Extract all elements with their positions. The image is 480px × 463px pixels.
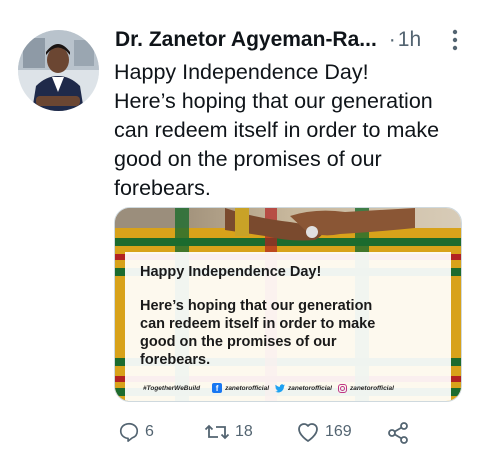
timestamp[interactable]: 1h bbox=[398, 28, 421, 52]
tweet[interactable]: Dr. Zanetor Agyeman-Ra... · 1h Happy Ind… bbox=[0, 0, 480, 463]
facebook-handle-text: zanetorofficial bbox=[225, 384, 270, 392]
author-name[interactable]: Dr. Zanetor Agyeman-Ra... bbox=[115, 28, 377, 52]
share-icon bbox=[388, 422, 408, 444]
card-text-line: forebears. bbox=[140, 352, 211, 368]
heart-icon bbox=[298, 423, 318, 442]
facebook-icon: f bbox=[212, 383, 223, 393]
share-button[interactable] bbox=[386, 421, 415, 445]
facebook-handle: f zanetorofficial bbox=[212, 383, 269, 393]
twitter-handle-text: zanetorofficial bbox=[288, 384, 332, 392]
tweet-media-image[interactable]: Happy Independence Day! Here’s hoping th… bbox=[114, 207, 462, 402]
instagram-icon bbox=[337, 383, 347, 393]
avatar-image bbox=[18, 30, 99, 111]
separator: · bbox=[388, 28, 396, 51]
card-text-line: can redeem itself in order to make bbox=[140, 316, 376, 332]
retweet-icon bbox=[204, 424, 230, 440]
reply-icon bbox=[119, 422, 139, 442]
tweet-text-line: Here’s hoping that our generation bbox=[114, 89, 433, 113]
card-text-line: Here’s hoping that our generation bbox=[140, 298, 373, 314]
announcement-card: Happy Independence Day! Here’s hoping th… bbox=[125, 252, 451, 401]
avatar[interactable] bbox=[18, 30, 99, 111]
twitter-handle: zanetorofficial bbox=[275, 383, 332, 393]
tweet-text-line: Happy Independence Day! bbox=[114, 60, 369, 84]
tweet-text: Happy Independence Day! Here’s hoping th… bbox=[114, 58, 464, 203]
hashtag: #TogetherWeBuild bbox=[143, 384, 201, 392]
more-vertical-icon[interactable] bbox=[452, 29, 458, 51]
tweet-actions: 6 18 169 bbox=[118, 421, 418, 447]
retweet-count: 18 bbox=[235, 423, 253, 440]
reply-count: 6 bbox=[145, 423, 154, 440]
reply-button[interactable]: 6 bbox=[118, 421, 154, 443]
card-title: Happy Independence Day! bbox=[140, 264, 322, 280]
like-count: 169 bbox=[325, 423, 352, 440]
tweet-text-line: good on the promises of our bbox=[114, 147, 382, 171]
tweet-text-line: forebears. bbox=[114, 176, 211, 200]
retweet-button[interactable]: 18 bbox=[204, 421, 253, 443]
card-footer: #TogetherWeBuild f zanetorofficial zanet… bbox=[143, 381, 441, 395]
twitter-bird-icon bbox=[275, 383, 286, 392]
instagram-handle: zanetorofficial bbox=[337, 383, 394, 393]
tweet-text-line: can redeem itself in order to make bbox=[114, 118, 440, 142]
card-text-line: good on the promises of our bbox=[140, 334, 337, 350]
tweet-header: Dr. Zanetor Agyeman-Ra... · 1h bbox=[115, 24, 462, 56]
instagram-handle-text: zanetorofficial bbox=[349, 384, 394, 392]
like-button[interactable]: 169 bbox=[296, 421, 352, 443]
